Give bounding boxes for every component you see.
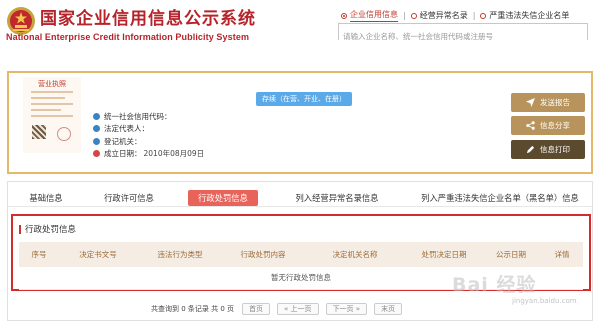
search-tab-credit-info[interactable]: 企业信用信息 [341, 9, 398, 22]
search-tab-label: 经营异常名录 [419, 10, 468, 20]
column-header: 行政处罚内容 [223, 242, 303, 267]
divider: | [403, 11, 406, 20]
qr-code-icon [32, 125, 46, 139]
seal-icon [57, 127, 71, 141]
column-header: 公示日期 [481, 242, 541, 267]
license-title: 营业执照 [38, 80, 66, 88]
business-license-thumbnail[interactable]: 营业执照 [23, 77, 81, 153]
radio-icon [480, 12, 487, 19]
pagination: 共查询到 0 条记录 共 0 页 首页 « 上一页 下一页 » 末页 [151, 303, 409, 315]
radio-selected-icon [341, 12, 347, 19]
print-info-button[interactable]: 信息打印 [511, 140, 585, 159]
watermark-subtext: jingyan.baidu.com [512, 297, 577, 305]
detail-panel: 基础信息 行政许可信息 行政处罚信息 列入经营异常名录信息 列入严重违法失信企业… [7, 181, 593, 321]
site-header: 国家企业信用信息公示系统 National Enterprise Credit … [0, 0, 600, 56]
column-header: 决定机关名称 [303, 242, 407, 267]
column-header: 序号 [19, 242, 59, 267]
license-text-line [31, 103, 73, 105]
search-tab-label: 严重违法失信企业名单 [489, 10, 570, 20]
calendar-icon [93, 150, 100, 158]
location-icon [93, 137, 100, 145]
license-text-line [31, 109, 61, 111]
divider: | [472, 11, 476, 20]
info-tab-bar: 基础信息 行政许可信息 行政处罚信息 列入经营异常名录信息 列入严重违法失信企业… [8, 189, 592, 207]
button-label: 发送报告 [540, 98, 570, 107]
column-header: 详情 [541, 242, 583, 267]
table-header-row: 序号 决定书文号 违法行为类型 行政处罚内容 决定机关名称 处罚决定日期 公示日… [19, 242, 583, 267]
search-tab-blacklist[interactable]: 严重违法失信企业名单 [480, 10, 569, 22]
prev-page-button[interactable]: « 上一页 [277, 303, 319, 315]
send-report-button[interactable]: 发送报告 [511, 93, 585, 112]
info-label: 登记机关： [104, 136, 142, 146]
info-row-legal-rep: 法定代表人： [93, 123, 204, 136]
info-label: 成立日期： [104, 149, 142, 159]
button-label: 信息打印 [540, 145, 570, 154]
person-icon [93, 125, 100, 133]
watermark-text: Bai 经验 [452, 274, 537, 296]
license-text-line [31, 91, 73, 93]
search-type-tabs: 企业信用信息 | 经营异常名录 | 严重违法失信企业名单 [341, 9, 574, 22]
info-value: 2010年08月09日 [143, 149, 205, 159]
column-header: 违法行为类型 [137, 242, 223, 267]
info-icon [93, 112, 100, 120]
send-icon [526, 98, 535, 107]
info-row-established-date: 成立日期： 2010年08月09日 [93, 148, 204, 161]
company-info-list: 统一社会信用代码： 法定代表人： 登记机关： 成立日期： 2010年08月09日 [93, 110, 204, 160]
pagination-summary: 共查询到 0 条记录 共 0 页 [151, 305, 235, 313]
share-info-button[interactable]: 信息分享 [511, 116, 585, 135]
info-row-credit-code: 统一社会信用代码： [93, 110, 204, 123]
button-label: 信息分享 [540, 121, 570, 130]
tab-basic-info[interactable]: 基础信息 [16, 190, 76, 206]
radio-icon [410, 12, 417, 19]
title-bar-marker [19, 224, 21, 234]
company-summary-card: 营业执照 存续（在营、开业、在册） 统一社会信用代码： 法定代表人： 登记机关：… [7, 71, 593, 174]
tab-abnormal-list[interactable]: 列入经营异常名录信息 [282, 190, 392, 206]
search-box [338, 23, 588, 44]
tab-admin-penalty[interactable]: 行政处罚信息 [188, 190, 258, 206]
share-icon [526, 121, 535, 130]
tab-blacklist[interactable]: 列入严重违法失信企业名单（黑名单）信息 [413, 190, 587, 206]
license-text-line [31, 115, 73, 117]
section-title-text: 行政处罚信息 [25, 225, 77, 235]
license-text-line [31, 97, 65, 99]
watermark: Bai 经验 jingyan.baidu.com [452, 270, 577, 305]
search-tab-abnormal-list[interactable]: 经营异常名录 [410, 10, 468, 22]
last-page-button[interactable]: 末页 [374, 303, 403, 315]
info-label: 统一社会信用代码： [104, 111, 172, 121]
search-input[interactable] [339, 29, 587, 44]
search-tab-label: 企业信用信息 [350, 9, 398, 22]
next-page-button[interactable]: 下一页 » [325, 303, 368, 315]
info-row-registration-authority: 登记机关： [93, 135, 204, 148]
info-label: 法定代表人： [104, 124, 149, 134]
section-title: 行政处罚信息 [19, 223, 76, 235]
status-badge: 存续（在营、开业、在册） [256, 92, 352, 106]
column-header: 决定书文号 [59, 242, 137, 267]
site-title: 国家企业信用信息公示系统 [40, 9, 256, 29]
column-header: 处罚决定日期 [407, 242, 481, 267]
print-icon [526, 145, 535, 154]
first-page-button[interactable]: 首页 [242, 303, 271, 315]
site-subtitle: National Enterprise Credit Information P… [6, 32, 250, 42]
tab-admin-license[interactable]: 行政许可信息 [94, 190, 164, 206]
